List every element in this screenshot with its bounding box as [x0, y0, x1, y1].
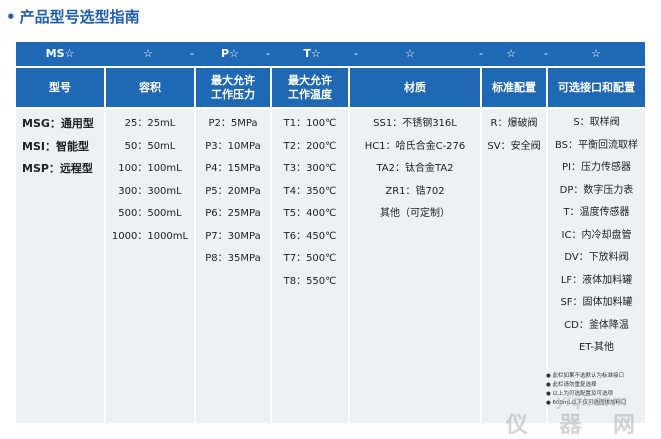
list-item: DP：数字压力表 [559, 184, 634, 196]
list-item: 其他（可定制） [380, 208, 450, 219]
footnote: ● 此栏如果不选默认为标准接口 [546, 373, 625, 379]
header-temperature: 最大允许 工作温度 [272, 68, 348, 107]
title-text: 产品型号选型指南 [19, 8, 140, 26]
list-item: MSI：智能型 [22, 139, 89, 153]
list-item: P6：25MPa [205, 208, 261, 219]
list-item: 50：50mL [124, 140, 176, 152]
model-code-row: MS☆ ☆ - P☆ - T☆ - ☆ - ☆ - ☆ [16, 42, 645, 66]
list-item: T6：450℃ [283, 230, 337, 242]
code-temperature: T☆ [303, 47, 321, 60]
bullet-icon: • [6, 8, 16, 26]
list-item: BS：平衡回流取样 [554, 139, 639, 151]
page-title: • 产品型号选型指南 [6, 4, 140, 30]
code-dash: - [354, 47, 358, 60]
list-item: MSP：远程型 [22, 162, 93, 175]
list-item: 500：500mL [118, 208, 182, 219]
list-item: T7：500℃ [283, 253, 337, 264]
list-item: ZR1：锆702 [385, 185, 445, 197]
header-material: 材质 [350, 68, 480, 107]
list-item: MSG：通用型 [22, 117, 94, 130]
list-item: 100：100mL [118, 163, 182, 174]
column-temperature: T1：100℃ T2：200℃ T3：300℃ T4：350℃ T5：400℃ … [272, 109, 348, 423]
code-options: ☆ [591, 47, 601, 60]
column-material: SS1：不锈钢316L HC1：哈氏合金C-276 TA2：钛合金TA2 ZR1… [350, 109, 480, 423]
header-options: 可选接口和配置 [548, 68, 645, 107]
list-item: 300：300mL [118, 185, 182, 197]
list-item: T：温度传感器 [563, 207, 630, 218]
list-item: T8：550℃ [283, 275, 337, 287]
code-dash: - [544, 47, 548, 60]
list-item: P2：5MPa [208, 118, 258, 129]
column-standard: R：爆破阀 SV：安全阀 [482, 109, 546, 423]
code-ms: MS☆ [45, 47, 75, 60]
list-item: T2：200℃ [283, 140, 337, 152]
list-item: DV：下放料阀 [564, 252, 629, 263]
list-item: HC1：哈氏合金C-276 [364, 140, 466, 152]
code-volume: ☆ [143, 47, 153, 60]
code-dash: - [190, 47, 194, 60]
footnote: ● 此栏请勿重复选择 [546, 382, 597, 388]
header-model: 型号 [16, 68, 104, 107]
list-item: ET-其他 [578, 342, 615, 353]
code-dash: - [479, 47, 483, 60]
list-item: T3：300℃ [283, 163, 337, 174]
list-item: SV：安全阀 [487, 140, 541, 152]
list-item: SF：固体加料罐 [560, 297, 633, 308]
list-item: T4：350℃ [283, 185, 337, 197]
list-item: R：爆破阀 [490, 118, 538, 129]
watermark-latin: yiqi.com [556, 392, 628, 410]
list-item: 25：25mL [124, 118, 176, 129]
list-item: P5：20MPa [205, 185, 261, 197]
list-item: CD：釜体降温 [564, 319, 629, 331]
column-model: MSG：通用型 MSI：智能型 MSP：远程型 [16, 109, 104, 423]
list-item: T5：400℃ [283, 208, 337, 219]
list-item: 1000：1000mL [111, 230, 189, 242]
table-header: 型号 容积 最大允许 工作压力 最大允许 工作温度 材质 标准配置 可选接口和配… [16, 68, 645, 107]
list-item: P3：10MPa [205, 140, 261, 152]
column-volume: 25：25mL 50：50mL 100：100mL 300：300mL 500：… [106, 109, 194, 423]
list-item: P8：35MPa [205, 253, 261, 264]
code-standard: ☆ [506, 47, 516, 60]
header-standard: 标准配置 [482, 68, 546, 107]
code-material: ☆ [405, 47, 415, 60]
code-dash: - [266, 47, 270, 60]
list-item: IC：内冷却盘管 [561, 229, 632, 241]
list-item: T1：100℃ [283, 118, 337, 129]
code-pressure: P☆ [221, 47, 239, 60]
list-item: LF：液体加料罐 [560, 274, 633, 286]
header-volume: 容积 [106, 68, 194, 107]
list-item: PI：压力传感器 [562, 162, 631, 173]
header-pressure: 最大允许 工作压力 [196, 68, 270, 107]
list-item: P7：30MPa [205, 230, 261, 242]
list-item: S：取样阀 [573, 117, 620, 128]
list-item: P4：15MPa [205, 163, 261, 174]
list-item: SS1：不锈钢316L [373, 118, 457, 129]
column-pressure: P2：5MPa P3：10MPa P4：15MPa P5：20MPa P6：25… [196, 109, 270, 423]
list-item: TA2：钛合金TA2 [376, 163, 454, 174]
